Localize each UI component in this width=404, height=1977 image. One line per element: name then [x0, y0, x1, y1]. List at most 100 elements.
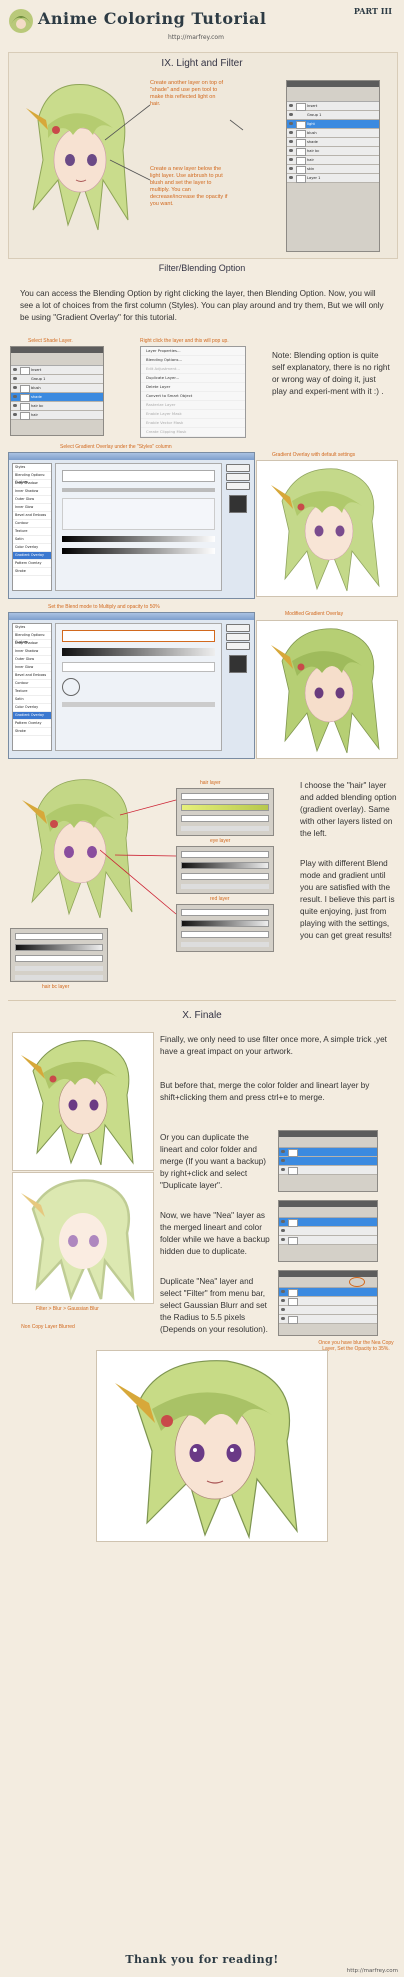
style-item[interactable]: Outer Glow: [13, 656, 51, 664]
layer-row[interactable]: hair bc: [11, 402, 103, 411]
caption-hair-layer: hair layer: [200, 780, 221, 786]
layer-row[interactable]: hair bc: [287, 147, 379, 156]
layer-row-selected[interactable]: [279, 1157, 377, 1166]
caption-noncopy-blurred: Non Copy Layer Blurred: [21, 1324, 75, 1330]
result-default-gradient: [256, 460, 398, 597]
menu-item[interactable]: Enable Vector Mask: [141, 419, 245, 428]
layer-row-selected[interactable]: [279, 1288, 377, 1297]
caption-select-shade: Select Shade Layer.: [28, 338, 73, 344]
cancel-button[interactable]: [226, 473, 250, 481]
footer-url[interactable]: http://marfrey.com: [347, 1968, 398, 1974]
ok-button[interactable]: [226, 464, 250, 472]
page-title: Anime Coloring Tutorial: [38, 9, 267, 28]
menu-item[interactable]: Rasterize Layer: [141, 401, 245, 410]
header-url[interactable]: http://marfrey.com: [168, 34, 224, 41]
style-preview: [229, 495, 247, 513]
cancel-button[interactable]: [226, 633, 250, 641]
layer-row[interactable]: Layer 1: [287, 174, 379, 183]
layer-row-selected[interactable]: [279, 1218, 377, 1227]
style-item[interactable]: Inner Glow: [13, 664, 51, 672]
menu-item[interactable]: Enable Layer Mask: [141, 410, 245, 419]
layer-row[interactable]: Group 1: [287, 111, 379, 120]
layer-row[interactable]: [279, 1315, 377, 1324]
style-item[interactable]: Pattern Overlay: [13, 560, 51, 568]
style-item[interactable]: Bevel and Emboss: [13, 512, 51, 520]
thanks-text: Thank you for reading!: [125, 1953, 279, 1966]
caption-hair-bc-layer: hair bc layer: [42, 984, 70, 990]
style-item[interactable]: Bevel and Emboss: [13, 672, 51, 680]
context-menu: Layer Properties... Blending Options... …: [140, 346, 246, 438]
style-item[interactable]: Contour: [13, 680, 51, 688]
layer-row[interactable]: skin: [287, 165, 379, 174]
layer-row-selected[interactable]: shade: [11, 393, 103, 402]
layer-row[interactable]: Insert: [287, 102, 379, 111]
section-title-light-filter: IX. Light and Filter: [161, 58, 243, 69]
paragraph-finale-2: But before that, merge the color folder …: [160, 1081, 370, 1102]
layer-row[interactable]: blush: [287, 129, 379, 138]
style-item-gradient-overlay[interactable]: Gradient Overlay: [13, 552, 51, 560]
ok-button[interactable]: [226, 624, 250, 632]
style-item[interactable]: Drop Shadow: [13, 640, 51, 648]
layer-row[interactable]: [279, 1227, 377, 1236]
style-item[interactable]: Stroke: [13, 568, 51, 576]
layer-row[interactable]: hair: [287, 156, 379, 165]
new-style-button[interactable]: [226, 642, 250, 650]
menu-item[interactable]: Layer Properties...: [141, 347, 245, 356]
layer-row[interactable]: [279, 1306, 377, 1315]
style-item[interactable]: Contour: [13, 520, 51, 528]
caption-right-click: Right click the layer and this will pop …: [140, 338, 229, 344]
menu-item[interactable]: Create Clipping Mask: [141, 428, 245, 437]
layer-row[interactable]: [279, 1297, 377, 1306]
style-item[interactable]: Stroke: [13, 728, 51, 736]
menu-item[interactable]: Duplicate Layer...: [141, 374, 245, 383]
layer-row[interactable]: hair: [11, 411, 103, 420]
layer-row[interactable]: [279, 1236, 377, 1245]
section-title-finale: X. Finale: [182, 1010, 222, 1021]
style-item[interactable]: Styles: [13, 464, 51, 472]
layer-style-dialog: Styles Blending Options: Custom Drop Sha…: [8, 452, 255, 599]
style-item[interactable]: Texture: [13, 688, 51, 696]
layer-row[interactable]: Insert: [11, 366, 103, 375]
style-item[interactable]: Pattern Overlay: [13, 720, 51, 728]
layer-row-selected[interactable]: light: [287, 120, 379, 129]
style-item[interactable]: Color Overlay: [13, 704, 51, 712]
style-preview: [229, 655, 247, 673]
layer-row[interactable]: [279, 1166, 377, 1175]
footer: Thank you for reading! http://marfrey.co…: [0, 1947, 404, 1977]
menu-item[interactable]: Delete Layer: [141, 383, 245, 392]
layer-row[interactable]: Group 1: [11, 375, 103, 384]
gradient-settings-red: [176, 904, 274, 952]
style-item[interactable]: Blending Options: Custom: [13, 472, 51, 484]
style-item[interactable]: Color Overlay: [13, 544, 51, 552]
caption-blend-mode: Set the Blend mode to Multiply and opaci…: [48, 604, 160, 610]
style-item[interactable]: Inner Shadow: [13, 648, 51, 656]
menu-item[interactable]: Edit Adjustment...: [141, 365, 245, 374]
finale-image-blur: [12, 1172, 154, 1304]
caption-eye-layer: eye layer: [210, 838, 231, 844]
style-item[interactable]: Texture: [13, 528, 51, 536]
style-item[interactable]: Satin: [13, 696, 51, 704]
layers-panel-merge: [278, 1130, 378, 1192]
menu-item[interactable]: Convert to Smart Object: [141, 392, 245, 401]
style-item[interactable]: Inner Glow: [13, 504, 51, 512]
logo-icon: [6, 6, 36, 36]
layer-row-selected[interactable]: [279, 1148, 377, 1157]
style-item[interactable]: Blending Options: Custom: [13, 632, 51, 644]
style-item-gradient-overlay[interactable]: Gradient Overlay: [13, 712, 51, 720]
style-item[interactable]: Styles: [13, 624, 51, 632]
caption-default-settings: Gradient Overlay with default settings: [272, 452, 356, 458]
paragraph-play-blend: Play with different Blend mode and gradi…: [300, 859, 395, 940]
gradient-settings-hair-bc: [10, 928, 108, 982]
gradient-pointer-arrows: [100, 799, 177, 915]
menu-item-blending-options[interactable]: Blending Options...: [141, 356, 245, 365]
style-item[interactable]: Inner Shadow: [13, 488, 51, 496]
layer-row[interactable]: blush: [11, 384, 103, 393]
style-item[interactable]: Satin: [13, 536, 51, 544]
style-item[interactable]: Outer Glow: [13, 496, 51, 504]
section-divider: [8, 1000, 396, 1001]
layers-panel: Insert Group 1 light blush shade hair bc…: [286, 80, 380, 252]
new-style-button[interactable]: [226, 482, 250, 490]
layer-row[interactable]: shade: [287, 138, 379, 147]
style-item[interactable]: Drop Shadow: [13, 480, 51, 488]
paragraph-finale-3: Or you can duplicate the lineart and col…: [160, 1133, 267, 1190]
